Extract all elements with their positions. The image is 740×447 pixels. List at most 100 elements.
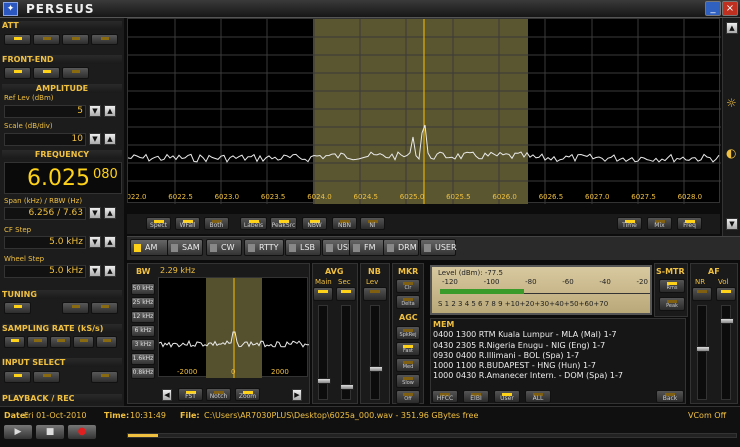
avg-main-button[interactable] [313, 287, 333, 301]
mem-all-button[interactable]: ALL [525, 390, 551, 403]
minimize-button[interactable]: _ [705, 1, 721, 16]
nl-button[interactable]: Nl [360, 217, 385, 230]
avg-sec-button[interactable] [336, 287, 356, 301]
notch-button[interactable]: Notch [206, 388, 231, 401]
wfall-button[interactable]: WFall [175, 217, 200, 230]
stop-icon[interactable]: ■ [35, 424, 65, 440]
bw-option-12khz[interactable]: 12 kHz [131, 311, 155, 323]
bw-option-1.6khz[interactable]: 1.6kHz [131, 353, 155, 365]
mix-button[interactable]: Mix [647, 217, 672, 230]
bw-left-arrow-icon[interactable]: ◀ [162, 389, 172, 401]
ref-lev-down-arrow-icon[interactable]: ▼ [89, 105, 101, 117]
mem-row[interactable]: 0930 0400 R.Illimani - BOL (Spa) 1-7 [433, 351, 579, 360]
tuning-button-1[interactable] [62, 302, 89, 314]
scroll-down-arrow-icon[interactable]: ▼ [726, 218, 738, 230]
mem-back-button[interactable]: Back [656, 390, 684, 403]
contrast-icon[interactable]: ◐ [726, 146, 736, 160]
frontend-button-1[interactable] [33, 67, 60, 79]
af-vol-button[interactable] [716, 287, 736, 301]
mem-row[interactable]: 1000 1100 R.BUDAPEST - HNG (Hun) 1-7 [433, 361, 596, 370]
af-vol-slider-knob[interactable] [720, 318, 734, 324]
zoom-button[interactable]: Zoom [235, 388, 260, 401]
af-nr-slider[interactable] [696, 305, 710, 400]
fst-button[interactable]: FST [178, 388, 203, 401]
mem-row[interactable]: 0400 1300 RTM Kuala Lumpur - MLA (Mal) 1… [433, 330, 617, 339]
input-button-1[interactable] [33, 371, 60, 383]
ref-lev-up-arrow-icon[interactable]: ▲ [104, 105, 116, 117]
att-button-0[interactable] [4, 34, 31, 45]
playback-progress[interactable] [127, 433, 737, 438]
both-button[interactable]: Both [204, 217, 229, 230]
mem-row[interactable]: 1000 0430 R.Amanecer Intern. - DOM (Spa)… [433, 371, 623, 380]
att-button-3[interactable] [91, 34, 118, 45]
af-nr-slider-knob[interactable] [696, 346, 710, 352]
sampling-button-0[interactable] [4, 336, 25, 348]
wheel-down-arrow-icon[interactable]: ▼ [89, 265, 101, 277]
mode-user[interactable]: USER [420, 239, 457, 256]
nbn-button[interactable]: NBN [332, 217, 357, 230]
tuning-button-0[interactable] [4, 302, 31, 314]
span-down-arrow-icon[interactable]: ▼ [89, 207, 101, 219]
labels-button[interactable]: Labels [240, 217, 267, 230]
mode-rtty[interactable]: RTTY [244, 239, 284, 256]
record-icon[interactable]: ● [67, 424, 97, 440]
tuning-button-2[interactable] [91, 302, 118, 314]
avg-sec-slider[interactable] [340, 305, 354, 400]
sampling-button-1[interactable] [27, 336, 48, 348]
bw-right-arrow-icon[interactable]: ▶ [292, 389, 302, 401]
mem-eibi-button[interactable]: EIBI [463, 390, 489, 403]
agc-fast-button[interactable]: Fast [396, 342, 420, 356]
scale-down-arrow-icon[interactable]: ▼ [89, 133, 101, 145]
att-button-1[interactable] [33, 34, 60, 45]
frontend-button-0[interactable] [4, 67, 31, 79]
mode-fm[interactable]: FM [349, 239, 385, 256]
mkr-clr-button[interactable]: Clr [396, 279, 420, 293]
mode-drm[interactable]: DRM [383, 239, 419, 256]
nb-slider-knob[interactable] [369, 366, 383, 372]
scale-up-arrow-icon[interactable]: ▲ [104, 133, 116, 145]
freq-button[interactable]: Freq [677, 217, 702, 230]
agc-spkrej-button[interactable]: SpkRej [396, 326, 420, 340]
mode-cw[interactable]: CW [206, 239, 242, 256]
sampling-button-2[interactable] [50, 336, 71, 348]
bw-option-25khz[interactable]: 25 kHz [131, 297, 155, 309]
af-vol-slider[interactable] [720, 305, 734, 400]
frontend-button-2[interactable] [62, 67, 89, 79]
avg-sec-slider-knob[interactable] [340, 384, 354, 390]
mode-sam[interactable]: SAM [167, 239, 203, 256]
scroll-up-arrow-icon[interactable]: ▲ [726, 22, 738, 34]
smtr-rms-button[interactable]: Rms [659, 279, 685, 293]
mem-hfcc-button[interactable]: HFCC [432, 390, 458, 403]
mode-lsb[interactable]: LSB [285, 239, 321, 256]
mkr-delta-button[interactable]: Delta [396, 295, 420, 309]
spectrum-display[interactable]: 6022.0 6022.5 6023.0 6023.5 6024.0 6024.5 6025… [127, 18, 721, 204]
time-button[interactable]: Time [617, 217, 642, 230]
bw-option-6khz[interactable]: 6 kHz [131, 325, 155, 337]
wheel-up-arrow-icon[interactable]: ▲ [104, 265, 116, 277]
smtr-peak-button[interactable]: Peak [659, 297, 685, 311]
avg-main-slider[interactable] [317, 305, 331, 400]
input-button-0[interactable] [4, 371, 31, 383]
bw-filter-display[interactable]: -2000 0 2000 [158, 277, 309, 378]
cfstep-up-arrow-icon[interactable]: ▲ [104, 236, 116, 248]
sampling-button-3[interactable] [73, 336, 94, 348]
agc-off-button[interactable]: Off [396, 390, 420, 404]
peaksrc-button[interactable]: PeakSrc [270, 217, 297, 230]
span-up-arrow-icon[interactable]: ▲ [104, 207, 116, 219]
att-button-2[interactable] [62, 34, 89, 45]
avg-main-slider-knob[interactable] [317, 378, 331, 384]
wheel-value[interactable]: 5.0 kHz [4, 265, 86, 278]
af-nr-button[interactable] [692, 287, 712, 301]
mem-row[interactable]: 0430 2305 R.Nigeria Enugu - NIG (Eng) 1-… [433, 341, 605, 350]
brightness-icon[interactable]: ☼ [726, 96, 737, 110]
close-button[interactable]: × [722, 1, 738, 16]
nb-slider[interactable] [369, 305, 383, 400]
bw-option-0.8khz[interactable]: 0.8kHz [131, 367, 155, 379]
ref-lev-value[interactable]: 5 [4, 105, 86, 118]
mem-user-button[interactable]: User [494, 390, 520, 403]
span-value[interactable]: 6.256 / 7.63 [4, 207, 86, 220]
cfstep-value[interactable]: 5.0 kHz [4, 236, 86, 249]
agc-slow-button[interactable]: Slow [396, 374, 420, 388]
spect-button[interactable]: Spect [146, 217, 171, 230]
bw-option-50khz[interactable]: 50 kHz [131, 283, 155, 295]
